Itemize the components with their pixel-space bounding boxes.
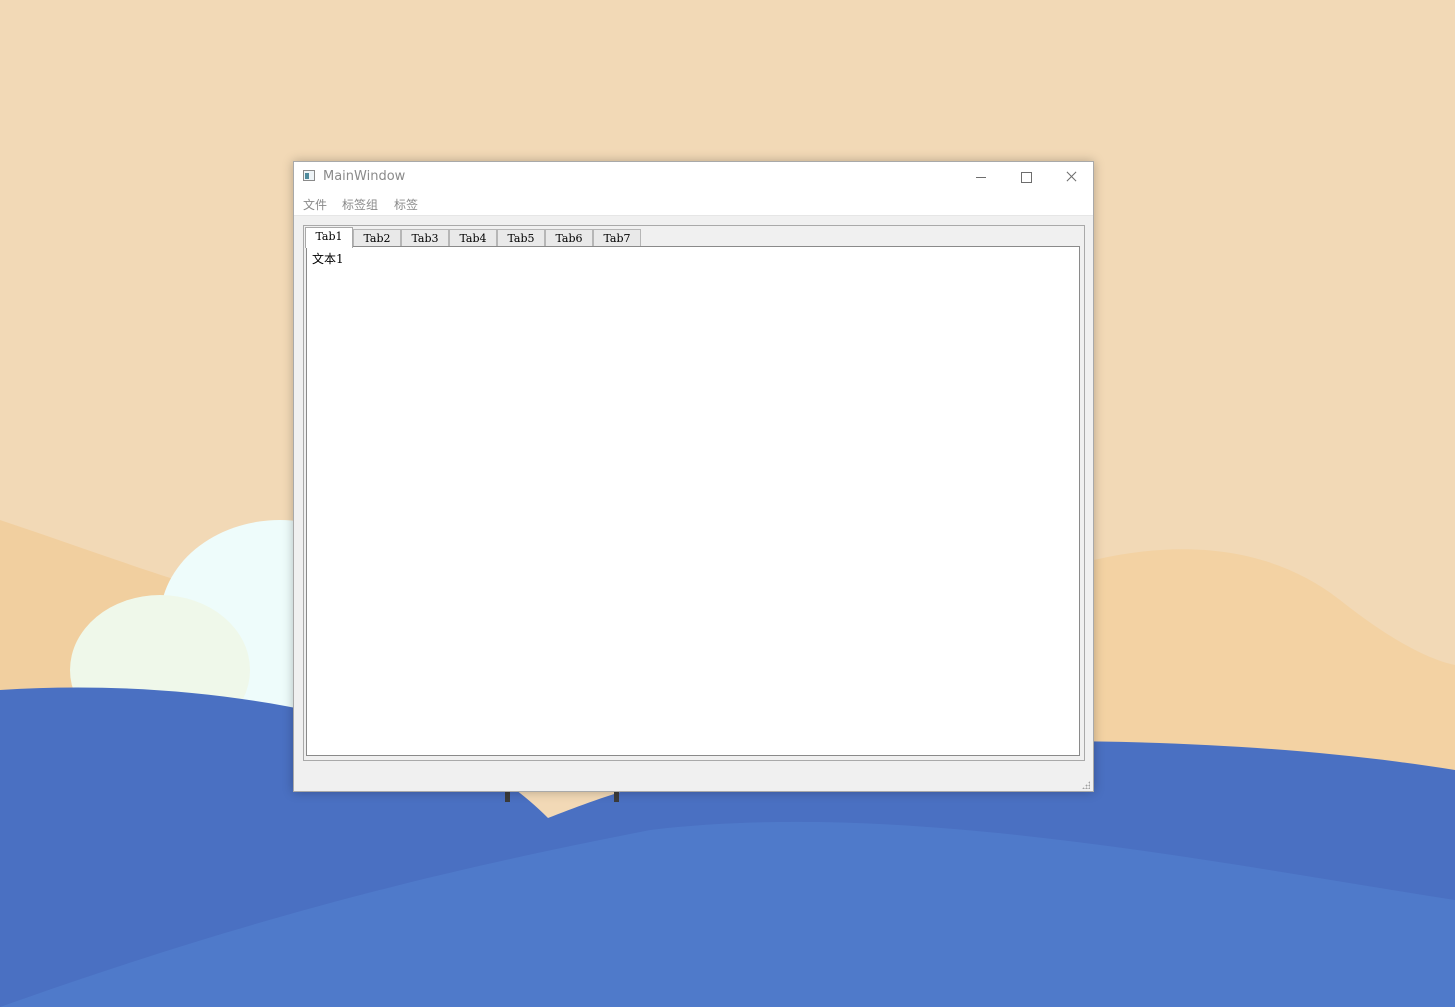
- minimize-button[interactable]: [958, 162, 1004, 192]
- close-icon: [1065, 171, 1077, 183]
- window-title: MainWindow: [323, 169, 406, 184]
- minimize-icon: [976, 176, 986, 178]
- tab-5[interactable]: Tab5: [497, 229, 545, 247]
- close-button[interactable]: [1048, 162, 1094, 192]
- tab-1[interactable]: Tab1: [305, 227, 353, 248]
- status-bar: [294, 763, 1093, 791]
- tab-content-text: 文本1: [312, 252, 344, 266]
- tab-3[interactable]: Tab3: [401, 229, 449, 247]
- tab-6[interactable]: Tab6: [545, 229, 593, 247]
- menu-tab[interactable]: 标签: [394, 196, 418, 213]
- tab-widget: Tab1 Tab2 Tab3 Tab4 Tab5 Tab6 Tab7 文本1: [303, 225, 1085, 761]
- size-grip-icon[interactable]: [1082, 781, 1090, 789]
- menu-tab-group[interactable]: 标签组: [342, 196, 378, 213]
- tab-content-pane: 文本1: [306, 246, 1080, 756]
- central-widget: Tab1 Tab2 Tab3 Tab4 Tab5 Tab6 Tab7 文本1: [294, 216, 1093, 791]
- title-bar[interactable]: MainWindow: [294, 162, 1093, 192]
- tab-7[interactable]: Tab7: [593, 229, 641, 247]
- menu-file[interactable]: 文件: [303, 196, 327, 213]
- tab-4[interactable]: Tab4: [449, 229, 497, 247]
- menu-bar: 文件 标签组 标签: [294, 192, 1093, 216]
- main-window: MainWindow 文件 标签组 标签 Tab1 Tab2 Tab3 Tab4…: [293, 161, 1094, 792]
- maximize-icon: [1020, 171, 1032, 183]
- app-window-icon: [303, 170, 315, 181]
- maximize-button[interactable]: [1003, 162, 1049, 192]
- tab-2[interactable]: Tab2: [353, 229, 401, 247]
